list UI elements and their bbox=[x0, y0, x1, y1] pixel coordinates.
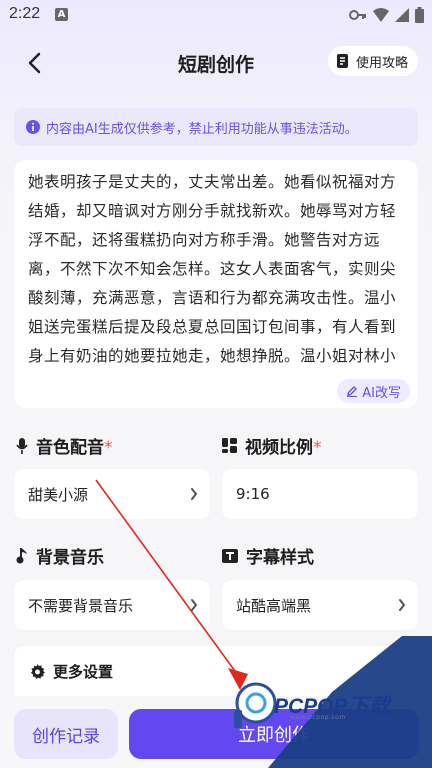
ratio-icon bbox=[222, 438, 237, 453]
guide-label: 使用攻略 bbox=[355, 55, 408, 71]
subtitle-select[interactable]: 站酷高端黑 bbox=[222, 580, 418, 630]
script-textarea[interactable]: 她表明孩子是丈夫的，丈夫常出差。她看似祝福对方结婚，却又暗讽对方刚分手就找新欢。… bbox=[28, 168, 402, 368]
music-note-icon bbox=[16, 547, 27, 563]
ratio-select[interactable]: 9:16 bbox=[222, 469, 418, 519]
creation-records-button[interactable]: 创作记录 bbox=[14, 709, 118, 759]
voice-select[interactable]: 甜美小源 bbox=[14, 469, 210, 519]
subtitle-value: 站酷高端黑 bbox=[236, 596, 312, 615]
subtitle-icon bbox=[222, 548, 238, 563]
status-time: 2:22 bbox=[9, 5, 41, 22]
subtitle-label: 字幕样式 bbox=[246, 548, 314, 568]
ratio-required-mark: * bbox=[313, 438, 322, 458]
ratio-section-label: 视频比例* bbox=[222, 433, 322, 458]
ratio-label: 视频比例 bbox=[245, 438, 313, 458]
info-icon bbox=[26, 120, 40, 134]
music-value: 不需要背景音乐 bbox=[28, 596, 134, 615]
subtitle-section-label: 字幕样式 bbox=[222, 543, 314, 568]
wifi-icon bbox=[373, 8, 389, 22]
notice-banner: 内容由AI生成仅供参考，禁止利用功能从事违法活动。 bbox=[14, 108, 418, 146]
chevron-right-icon bbox=[191, 488, 198, 500]
signal-icon bbox=[395, 8, 409, 22]
voice-label: 音色配音 bbox=[36, 438, 104, 458]
script-panel[interactable]: 她表明孩子是丈夫的，丈夫常出差。她看似祝福对方结婚，却又暗讽对方刚分手就找新欢。… bbox=[14, 160, 418, 408]
music-section-label: 背景音乐 bbox=[16, 543, 104, 568]
music-select[interactable]: 不需要背景音乐 bbox=[14, 580, 210, 630]
gear-icon bbox=[30, 663, 45, 679]
bottom-action-bar: 创作记录 立即创作 bbox=[0, 698, 432, 768]
guide-book-icon bbox=[336, 54, 348, 68]
key-icon bbox=[349, 10, 366, 20]
notice-text: 内容由AI生成仅供参考，禁止利用功能从事违法活动。 bbox=[46, 121, 358, 137]
more-settings-label: 更多设置 bbox=[53, 662, 114, 681]
battery-icon bbox=[415, 7, 424, 23]
ratio-value: 9:16 bbox=[236, 485, 270, 503]
ai-rewrite-button[interactable]: AI改写 bbox=[337, 379, 410, 403]
ai-rewrite-label: AI改写 bbox=[362, 385, 401, 401]
header: 短剧创作 使用攻略 bbox=[0, 36, 432, 88]
voice-section-label: 音色配音* bbox=[16, 433, 113, 458]
microphone-icon bbox=[16, 437, 28, 454]
chevron-right-icon bbox=[191, 599, 198, 611]
guide-button[interactable]: 使用攻略 bbox=[327, 46, 418, 76]
edit-icon bbox=[347, 386, 358, 397]
notification-icon: A bbox=[55, 8, 68, 21]
status-icons bbox=[349, 7, 424, 23]
status-bar: 2:22 A bbox=[0, 0, 432, 32]
more-settings-button[interactable]: 更多设置 bbox=[14, 646, 418, 696]
create-now-button[interactable]: 立即创作 bbox=[129, 709, 419, 759]
voice-required-mark: * bbox=[104, 438, 113, 458]
music-label: 背景音乐 bbox=[36, 548, 104, 568]
chevron-right-icon bbox=[399, 599, 406, 611]
voice-value: 甜美小源 bbox=[28, 485, 89, 504]
